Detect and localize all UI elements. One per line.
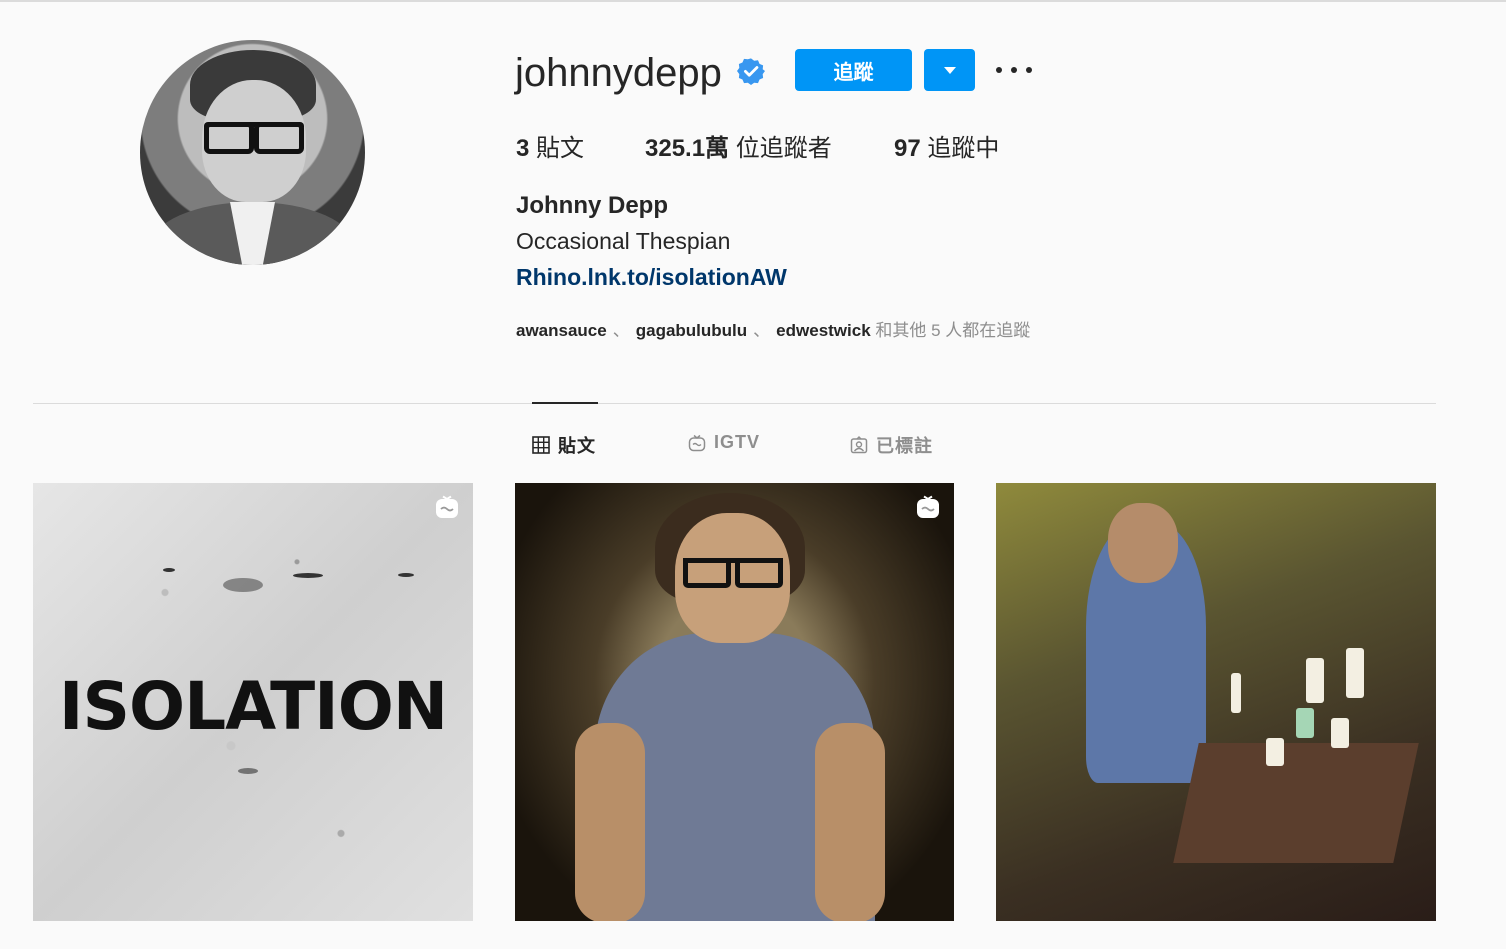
tab-posts[interactable]: 貼文 bbox=[532, 432, 596, 458]
tab-label: IGTV bbox=[714, 432, 761, 452]
suggested-accounts-dropdown-button[interactable] bbox=[924, 49, 975, 91]
followed-by-user[interactable]: edwestwick bbox=[776, 321, 871, 340]
grid-icon bbox=[532, 436, 550, 454]
igtv-icon bbox=[688, 434, 706, 451]
profile-external-link[interactable]: Rhino.lnk.to/isolationAW bbox=[516, 264, 787, 291]
post-overlay-text: ISOLATION bbox=[58, 668, 448, 745]
igtv-icon bbox=[436, 495, 458, 518]
chevron-down-icon bbox=[943, 66, 956, 74]
followed-by-suffix: 和其他 5 人都在追蹤 bbox=[875, 321, 1031, 340]
post-thumbnail[interactable] bbox=[515, 483, 954, 921]
post-thumbnail[interactable]: ISOLATION bbox=[33, 483, 473, 921]
followed-by-user[interactable]: awansauce bbox=[516, 321, 607, 340]
posts-count: 3 貼文 bbox=[516, 135, 585, 162]
tab-tagged[interactable]: 已標註 bbox=[850, 432, 933, 458]
verified-badge-icon bbox=[737, 58, 765, 85]
more-dot-icon bbox=[1011, 67, 1017, 73]
igtv-icon bbox=[917, 495, 939, 518]
post-thumbnail[interactable] bbox=[996, 483, 1436, 921]
profile-bio: Occasional Thespian bbox=[516, 228, 731, 254]
profile-username: johnnydepp bbox=[515, 51, 722, 95]
followed-by-user[interactable]: gagabulubulu bbox=[636, 321, 747, 340]
more-options-button[interactable] bbox=[996, 56, 1032, 84]
profile-full-name: Johnny Depp bbox=[516, 192, 669, 219]
tab-label: 貼文 bbox=[558, 436, 596, 456]
more-dot-icon bbox=[1026, 67, 1032, 73]
tagged-icon bbox=[850, 436, 868, 454]
tab-igtv[interactable]: IGTV bbox=[688, 432, 760, 453]
active-tab-indicator bbox=[532, 402, 598, 404]
more-dot-icon bbox=[996, 67, 1002, 73]
follow-button[interactable]: 追蹤 bbox=[795, 49, 912, 91]
top-border bbox=[0, 0, 1506, 2]
followers-count-link[interactable]: 325.1萬 位追蹤者 bbox=[645, 128, 832, 163]
profile-avatar[interactable] bbox=[140, 40, 365, 265]
tab-label: 已標註 bbox=[876, 436, 933, 456]
following-count-link[interactable]: 97 追蹤中 bbox=[894, 128, 999, 163]
followed-by-row[interactable]: awansauce、 gagabulubulu、 edwestwick 和其他 5 … bbox=[516, 316, 1030, 341]
tabs-divider bbox=[33, 403, 1436, 404]
